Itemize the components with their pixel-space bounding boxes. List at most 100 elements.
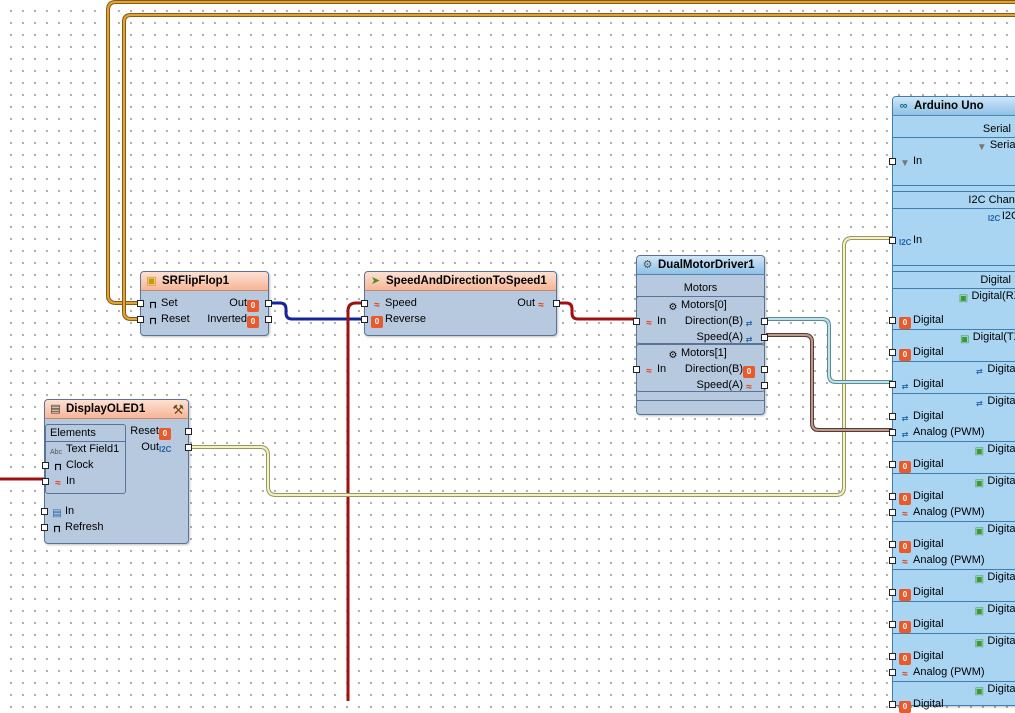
motor0-direction-pin[interactable] xyxy=(761,318,768,325)
oled-title-bar[interactable]: ▤ DisplayOLED1 ⚒ xyxy=(45,400,188,419)
arduino-d2-row: ⇄ Digital[ xyxy=(973,361,1015,377)
display-oled-component[interactable]: ▤ DisplayOLED1 ⚒ Elements Abc Text Field1… xyxy=(41,399,192,544)
arduino-d1-pin[interactable] xyxy=(889,349,896,356)
motor0-speed-label: Speed(A) xyxy=(696,331,743,343)
speed-reverse-label: Reverse xyxy=(385,313,426,325)
arduino-d8-label: Digital[ xyxy=(987,603,1015,615)
srflipflop-inverted-pin[interactable] xyxy=(265,316,272,323)
oled-out-pin[interactable] xyxy=(185,444,192,451)
oled-refresh-pin[interactable] xyxy=(41,524,48,531)
arduino-serial-in-pin[interactable] xyxy=(889,158,896,165)
speed-direction-title: SpeedAndDirectionToSpeed1 xyxy=(386,275,547,287)
arduino-d8-row: ▣Digital[ xyxy=(973,601,1015,617)
arduino-d7-pin[interactable] xyxy=(889,589,896,596)
oled-reset-row: Reset 0 xyxy=(130,423,173,440)
srflipflop-component[interactable]: ▣ SRFlipFlop1 ⊓ Set ⊓ Reset Out 0 Inverted 0 xyxy=(137,271,272,336)
speed-direction-component[interactable]: ➤ SpeedAndDirectionToSpeed1 ≈ Speed 0 Reve… xyxy=(361,271,560,336)
arduino-d3-digital-pin[interactable] xyxy=(889,413,896,420)
digital-channel-icon: ⇄ xyxy=(976,367,983,376)
motor1-label: Motors[1] xyxy=(681,347,727,359)
oled-out-row: OutI2C xyxy=(141,439,173,455)
arduino-d1-digital-label: Digital xyxy=(913,346,944,358)
arduino-d5-digital-row: 0 Digital xyxy=(899,488,944,505)
wrench-icon[interactable]: ⚒ xyxy=(172,400,184,418)
arduino-d9-analog-pin[interactable] xyxy=(889,669,896,676)
oled-reset-pin[interactable] xyxy=(185,428,192,435)
arduino-d5-analog-pin[interactable] xyxy=(889,509,896,516)
arduino-serial-in-row: ▼ In xyxy=(899,153,922,169)
digital-channel-icon: ▣ xyxy=(974,574,985,585)
digital-channel-icon: ▣ xyxy=(974,446,985,457)
arduino-serial-sub-row: ▼Serial[ xyxy=(976,137,1015,153)
oled-textfield-row[interactable]: Abc Text Field1 xyxy=(48,441,119,457)
srflipflop-out-pin[interactable] xyxy=(265,300,272,307)
arduino-uno-component[interactable]: ∞ Arduino Uno Serial ▼Serial[ ▼In I2C Ch… xyxy=(889,96,1015,713)
motor0-in-pin[interactable] xyxy=(633,318,640,325)
speed-reverse-pin[interactable] xyxy=(361,316,368,323)
clock-pulse-icon: ⊓ xyxy=(149,316,157,327)
arduino-d2-digital-label: Digital xyxy=(913,378,944,390)
speed-out-pin[interactable] xyxy=(553,300,560,307)
motor0-in-label: In xyxy=(657,315,667,327)
speed-speed-pin[interactable] xyxy=(361,300,368,307)
oled-in-pin[interactable] xyxy=(42,478,49,485)
arduino-d4-digital-row: 0 Digital xyxy=(899,456,944,473)
arduino-icon: ∞ xyxy=(899,100,908,112)
dual-motor-driver-component[interactable]: ⚙ DualMotorDriver1 Motors ⚙ Motors[0] ≈ In… xyxy=(633,255,768,415)
motor0-speed-row: Speed(A) ⇄ xyxy=(697,329,757,345)
oled-elements-panel: Elements Abc Text Field1 ⊓ Clock ≈ In xyxy=(42,424,126,494)
oled-clock-pin[interactable] xyxy=(42,462,49,469)
arduino-d9-row: ▣Digital[ xyxy=(973,633,1015,649)
arduino-d6-row: ▣Digital[ xyxy=(973,521,1015,537)
arduino-d7-digital-label: Digital xyxy=(913,586,944,598)
speed-direction-title-bar[interactable]: ➤ SpeedAndDirectionToSpeed1 xyxy=(365,272,556,291)
motor1-direction-pin[interactable] xyxy=(761,366,768,373)
arduino-i2c-sub-row: I2CI2C xyxy=(988,208,1015,224)
arduino-d2-pin[interactable] xyxy=(889,381,896,388)
digital-pin-icon: 0 xyxy=(899,621,911,633)
oled-out-label: Out xyxy=(141,441,159,453)
arduino-i2c-in-row: I2C In xyxy=(899,232,922,248)
arduino-d8-pin[interactable] xyxy=(889,621,896,628)
oled-in2-pin[interactable] xyxy=(41,508,48,515)
motor1-in-pin[interactable] xyxy=(633,366,640,373)
oled-refresh-label: Refresh xyxy=(65,521,104,533)
motor0-speed-pin[interactable] xyxy=(761,334,768,341)
srflipflop-set-pin[interactable] xyxy=(137,300,144,307)
arduino-d6-digital-pin[interactable] xyxy=(889,541,896,548)
speed-pin-icon: ⇄ xyxy=(901,430,909,439)
arduino-d5-digital-label: Digital xyxy=(913,490,944,502)
arduino-d9-digital-pin[interactable] xyxy=(889,653,896,660)
i2c-icon: I2C xyxy=(987,214,1001,223)
arduino-title-bar[interactable]: ∞ Arduino Uno xyxy=(893,97,1015,116)
arduino-d4-pin[interactable] xyxy=(889,461,896,468)
digital-channel-icon: ▣ xyxy=(974,606,985,617)
motor1-row: ⚙ Motors[1] xyxy=(667,345,727,361)
arduino-d5-row: ▣Digital[ xyxy=(973,473,1015,489)
oled-elements-header: Elements xyxy=(50,427,96,439)
arduino-serial-header: Serial xyxy=(982,123,1011,135)
oled-refresh-row: ⊓ Refresh xyxy=(51,519,104,535)
motor1-speed-pin[interactable] xyxy=(761,382,768,389)
arduino-d6-analog-pin[interactable] xyxy=(889,557,896,564)
motor-title-bar[interactable]: ⚙ DualMotorDriver1 xyxy=(637,256,764,275)
motor0-in-row: ≈ In xyxy=(643,313,666,329)
motor-driver-icon: ⚙ xyxy=(642,259,653,271)
arduino-d0-pin[interactable] xyxy=(889,317,896,324)
arduino-d6-analog-row: ≈ Analog (PWM) xyxy=(899,552,984,568)
arduino-d5-digital-pin[interactable] xyxy=(889,493,896,500)
oled-in-row: ≈ In xyxy=(52,473,75,489)
srflipflop-reset-pin[interactable] xyxy=(137,316,144,323)
arduino-d10-pin[interactable] xyxy=(889,701,896,708)
arduino-d9-analog-row: ≈ Analog (PWM) xyxy=(899,664,984,680)
arduino-d8-digital-label: Digital xyxy=(913,618,944,630)
analog-pin-icon: ≈ xyxy=(646,366,652,377)
digital-pin-icon: 0 xyxy=(899,589,911,601)
arduino-d1-row: ▣Digital(TX xyxy=(959,329,1015,345)
arduino-d3-analog-pin[interactable] xyxy=(889,429,896,436)
arduino-serial-sub: Serial[ xyxy=(989,139,1015,151)
arduino-i2c-header: I2C Chann xyxy=(968,194,1015,206)
arduino-d3-row: ⇄ Digital[ xyxy=(973,393,1015,409)
srflipflop-title-bar[interactable]: ▣ SRFlipFlop1 xyxy=(141,272,268,291)
arduino-i2c-in-pin[interactable] xyxy=(889,237,896,244)
